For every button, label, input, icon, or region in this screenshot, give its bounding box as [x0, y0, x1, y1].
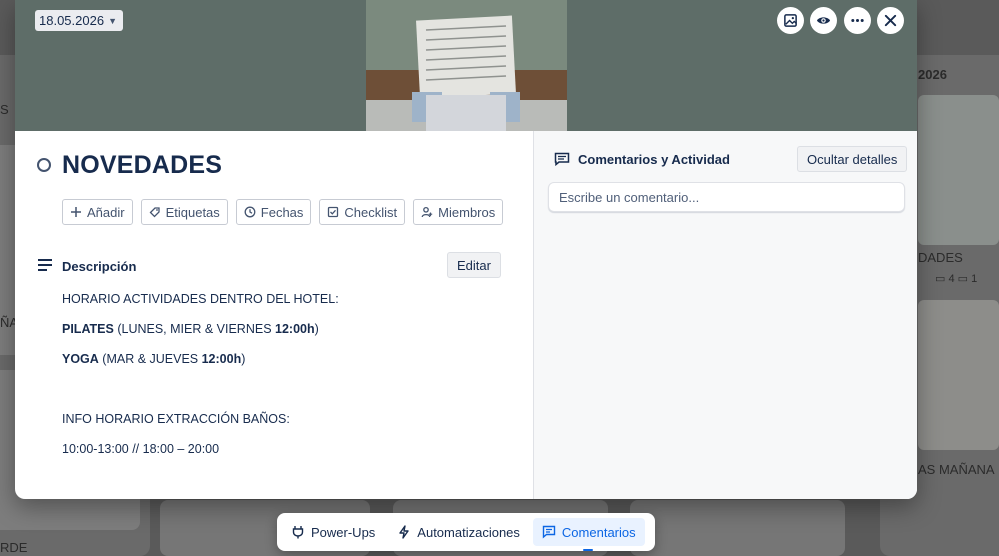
more-icon [851, 19, 864, 22]
clock-icon [244, 206, 256, 218]
activity-heading: Comentarios y Actividad [578, 152, 730, 167]
dates-button[interactable]: Fechas [235, 199, 312, 225]
board-card-badge: ▭ 4 ▭ 1 [935, 273, 978, 285]
cover-illustration [366, 0, 567, 131]
automations-button[interactable]: Automatizaciones [388, 518, 529, 546]
plus-icon [71, 207, 81, 217]
checkbox-icon [328, 206, 339, 218]
add-button[interactable]: Añadir [62, 199, 133, 225]
chip-label: Fechas [260, 204, 304, 220]
description-line: INFO HORARIO EXTRACCIÓN BAÑOS: [62, 412, 290, 426]
watch-button[interactable] [810, 7, 837, 34]
due-date-chip[interactable]: 18.05.2026 ▼ [35, 10, 123, 31]
card-title[interactable]: NOVEDADES [62, 151, 222, 180]
description-line-yoga: YOGA (MAR & JUEVES 12:00h) [62, 352, 246, 366]
power-plug-icon [292, 526, 304, 539]
more-actions-button[interactable] [844, 7, 871, 34]
board-card-photo [918, 300, 999, 450]
power-ups-button[interactable]: Power-Ups [282, 518, 384, 546]
board-card-title: DADES [918, 250, 963, 265]
board-card-fragment: S [0, 102, 9, 117]
card-detail-modal: 18.05.2026 ▼ NOVEDADES Añadir Etiquetas [15, 0, 917, 499]
chip-label: Añadir [87, 204, 125, 220]
close-button[interactable] [877, 7, 904, 34]
due-date-value: 18.05.2026 [39, 13, 105, 28]
board-card-photo [918, 95, 999, 245]
chevron-down-icon: ▼ [108, 15, 117, 26]
board-card-fragment: RDE [0, 540, 28, 555]
close-icon [884, 14, 897, 27]
tag-icon [149, 207, 160, 218]
board-card [630, 500, 845, 556]
hide-details-button[interactable]: Ocultar detalles [797, 146, 908, 172]
person-icon [421, 206, 433, 218]
description-icon [38, 259, 52, 271]
image-icon [784, 14, 797, 27]
cover-image [366, 0, 567, 131]
description-heading: Descripción [62, 259, 137, 274]
eye-icon [816, 17, 831, 24]
board-bottom-bar: Power-Ups Automatizaciones Comentarios [277, 513, 655, 551]
card-cover: 18.05.2026 ▼ [15, 0, 917, 131]
chip-label: Checklist [344, 204, 398, 220]
board-list-date-fragment: 2026 [918, 67, 947, 82]
edit-description-button[interactable]: Editar [447, 252, 501, 278]
cover-image-button[interactable] [777, 7, 804, 34]
comment-input[interactable] [548, 182, 905, 212]
description-line: HORARIO ACTIVIDADES DENTRO DEL HOTEL: [62, 292, 339, 306]
bottom-bar-label: Power-Ups [311, 524, 376, 540]
card-main-pane: NOVEDADES Añadir Etiquetas Fechas Checkl… [15, 131, 533, 499]
bottom-bar-label: Comentarios [561, 524, 636, 540]
members-button[interactable]: Miembros [413, 199, 504, 225]
bottom-bar-label: Automatizaciones [417, 524, 520, 540]
card-action-chips: Añadir Etiquetas Fechas Checklist Miembr… [62, 199, 504, 225]
board-card-title: AS MAÑANA [918, 462, 995, 477]
checklist-button[interactable]: Checklist [319, 199, 406, 225]
chip-label: Miembros [438, 204, 496, 220]
chip-label: Etiquetas [165, 204, 220, 220]
activity-pane: Comentarios y Actividad Ocultar detalles [533, 131, 917, 499]
lightning-icon [399, 525, 409, 539]
comments-button[interactable]: Comentarios [532, 518, 645, 551]
description-line: 10:00-13:00 // 18:00 – 20:00 [62, 442, 220, 456]
comment-icon [554, 152, 570, 166]
description-line-pilates: PILATES (LUNES, MIER & VIERNES 12:00h) [62, 322, 319, 336]
complete-toggle[interactable] [37, 158, 51, 172]
labels-button[interactable]: Etiquetas [140, 199, 228, 225]
comment-icon [542, 525, 556, 539]
